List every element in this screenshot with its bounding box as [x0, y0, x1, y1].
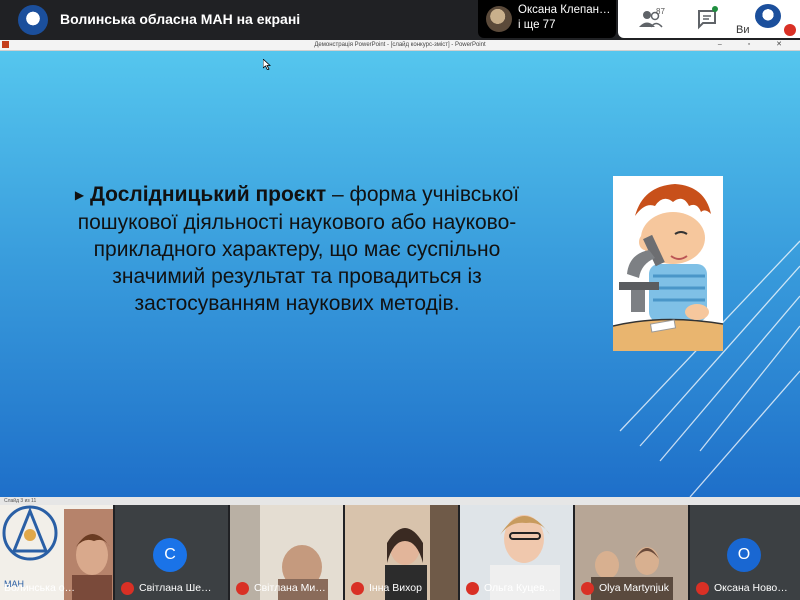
mic-off-icon — [696, 582, 709, 595]
presentation-slide: ▶ Дослідницький проєкт – форма учнівсько… — [0, 51, 800, 497]
participant-tile[interactable]: О Оксана Ново… — [690, 505, 800, 600]
powerpoint-status-bar: Слайд 3 из 11 — [0, 497, 800, 505]
slide-term: Дослідницький проєкт — [89, 183, 327, 206]
participant-name: Світлана Ше… — [139, 582, 212, 594]
mic-off-icon — [466, 582, 479, 595]
participant-tile[interactable]: МАН Волинська о… — [0, 505, 113, 600]
mic-off-icon — [784, 24, 796, 36]
participant-strip: МАН Волинська о… С Світлана Ше… Світлана… — [0, 505, 800, 600]
slide-counter: Слайд 3 из 11 — [4, 498, 37, 504]
meeting-title: Волинська обласна МАН на екрані — [60, 11, 301, 27]
participant-name: Ольга Куцев… — [484, 582, 556, 594]
participant-name: Olya Martynjuk — [599, 582, 670, 594]
participant-tile[interactable]: Світлана Ми… — [230, 505, 343, 600]
powerpoint-window-titlebar: Демонстрація PowerPoint - [слайд конкурс… — [0, 40, 800, 51]
participant-avatar: С — [153, 538, 187, 572]
self-avatar[interactable] — [755, 4, 781, 28]
powerpoint-app-icon — [2, 41, 9, 48]
presenter-chip[interactable]: Оксана Клепан… і ще 77 — [478, 0, 616, 38]
organization-logo — [18, 5, 48, 35]
presenter-name: Оксана Клепан… — [518, 4, 611, 16]
participant-name: Оксана Ново… — [714, 582, 788, 594]
window-controls[interactable]: – ▫ ✕ — [718, 40, 794, 50]
mic-off-icon — [121, 582, 134, 595]
presenter-more-count: і ще 77 — [518, 19, 556, 31]
participant-avatar: О — [727, 538, 761, 572]
meet-top-bar: Волинська обласна МАН на екрані Оксана К… — [0, 0, 800, 40]
mouse-cursor-icon — [263, 59, 271, 70]
participant-tile[interactable]: С Світлана Ше… — [115, 505, 228, 600]
powerpoint-window-title: Демонстрація PowerPoint - [слайд конкурс… — [314, 42, 486, 48]
participant-name: Волинська о… — [4, 582, 76, 594]
people-icon[interactable] — [638, 8, 672, 30]
participant-tile[interactable]: Інна Вихор — [345, 505, 458, 600]
self-label: Ви — [736, 24, 750, 36]
mic-off-icon — [351, 582, 364, 595]
chat-notification-dot — [712, 6, 718, 12]
participant-name: Світлана Ми… — [254, 582, 326, 594]
meet-right-controls: 87 Ви — [618, 0, 800, 38]
mic-off-icon — [581, 582, 594, 595]
bullet-icon: ▶ — [74, 188, 85, 202]
slide-body-text: ▶ Дослідницький проєкт – форма учнівсько… — [52, 181, 542, 317]
participant-tile[interactable]: Ольга Куцев… — [460, 505, 573, 600]
people-count: 87 — [656, 7, 665, 16]
boy-with-microscope-illustration — [613, 176, 723, 351]
participant-tile[interactable]: Olya Martynjuk — [575, 505, 688, 600]
presenter-avatar — [486, 6, 512, 32]
participant-name: Інна Вихор — [369, 582, 422, 594]
mic-off-icon — [236, 582, 249, 595]
